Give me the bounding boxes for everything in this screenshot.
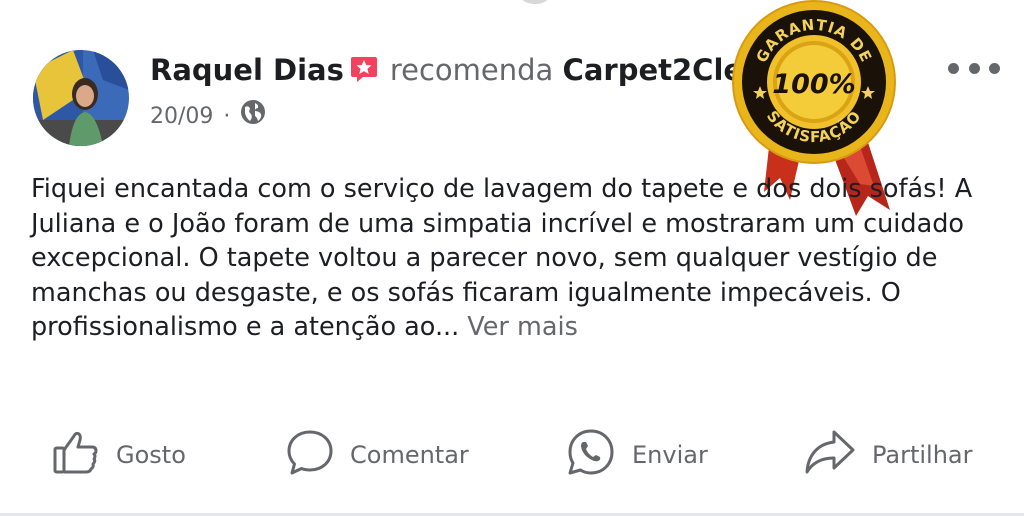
action-bar: Gosto Comentar Enviar Partilhar bbox=[0, 428, 1024, 482]
avatar[interactable] bbox=[33, 50, 129, 146]
recommend-star-icon bbox=[350, 55, 378, 91]
more-dot-icon bbox=[968, 62, 980, 74]
seal-center-text: 100% bbox=[772, 69, 855, 100]
more-dot-icon bbox=[948, 62, 959, 74]
like-button[interactable]: Gosto bbox=[52, 428, 186, 482]
send-button[interactable]: Enviar bbox=[566, 428, 708, 482]
whatsapp-icon bbox=[566, 427, 616, 483]
post-body: Fiquei encantada com o serviço de lavage… bbox=[31, 172, 1006, 345]
top-edge-element bbox=[520, 0, 550, 4]
post-meta: 20/09 · bbox=[150, 99, 266, 134]
recommend-label: recomenda bbox=[389, 53, 554, 87]
like-label: Gosto bbox=[116, 441, 186, 469]
more-options-button[interactable] bbox=[948, 56, 1000, 80]
post-date[interactable]: 20/09 bbox=[150, 102, 213, 132]
send-label: Enviar bbox=[632, 441, 708, 469]
see-more-link[interactable]: Ver mais bbox=[467, 312, 578, 342]
comment-icon bbox=[286, 428, 334, 482]
thumbs-up-icon bbox=[52, 428, 100, 482]
globe-icon bbox=[240, 99, 266, 134]
post-header: Raquel Diasrecomenda Carpet2Clean. bbox=[150, 52, 794, 91]
more-dot-icon bbox=[989, 62, 1000, 74]
comment-button[interactable]: Comentar bbox=[286, 428, 469, 482]
share-icon bbox=[804, 428, 856, 482]
share-label: Partilhar bbox=[872, 441, 973, 469]
comment-label: Comentar bbox=[350, 441, 469, 469]
author-name[interactable]: Raquel Dias bbox=[150, 53, 344, 87]
share-button[interactable]: Partilhar bbox=[804, 428, 973, 482]
meta-separator: · bbox=[223, 103, 231, 129]
